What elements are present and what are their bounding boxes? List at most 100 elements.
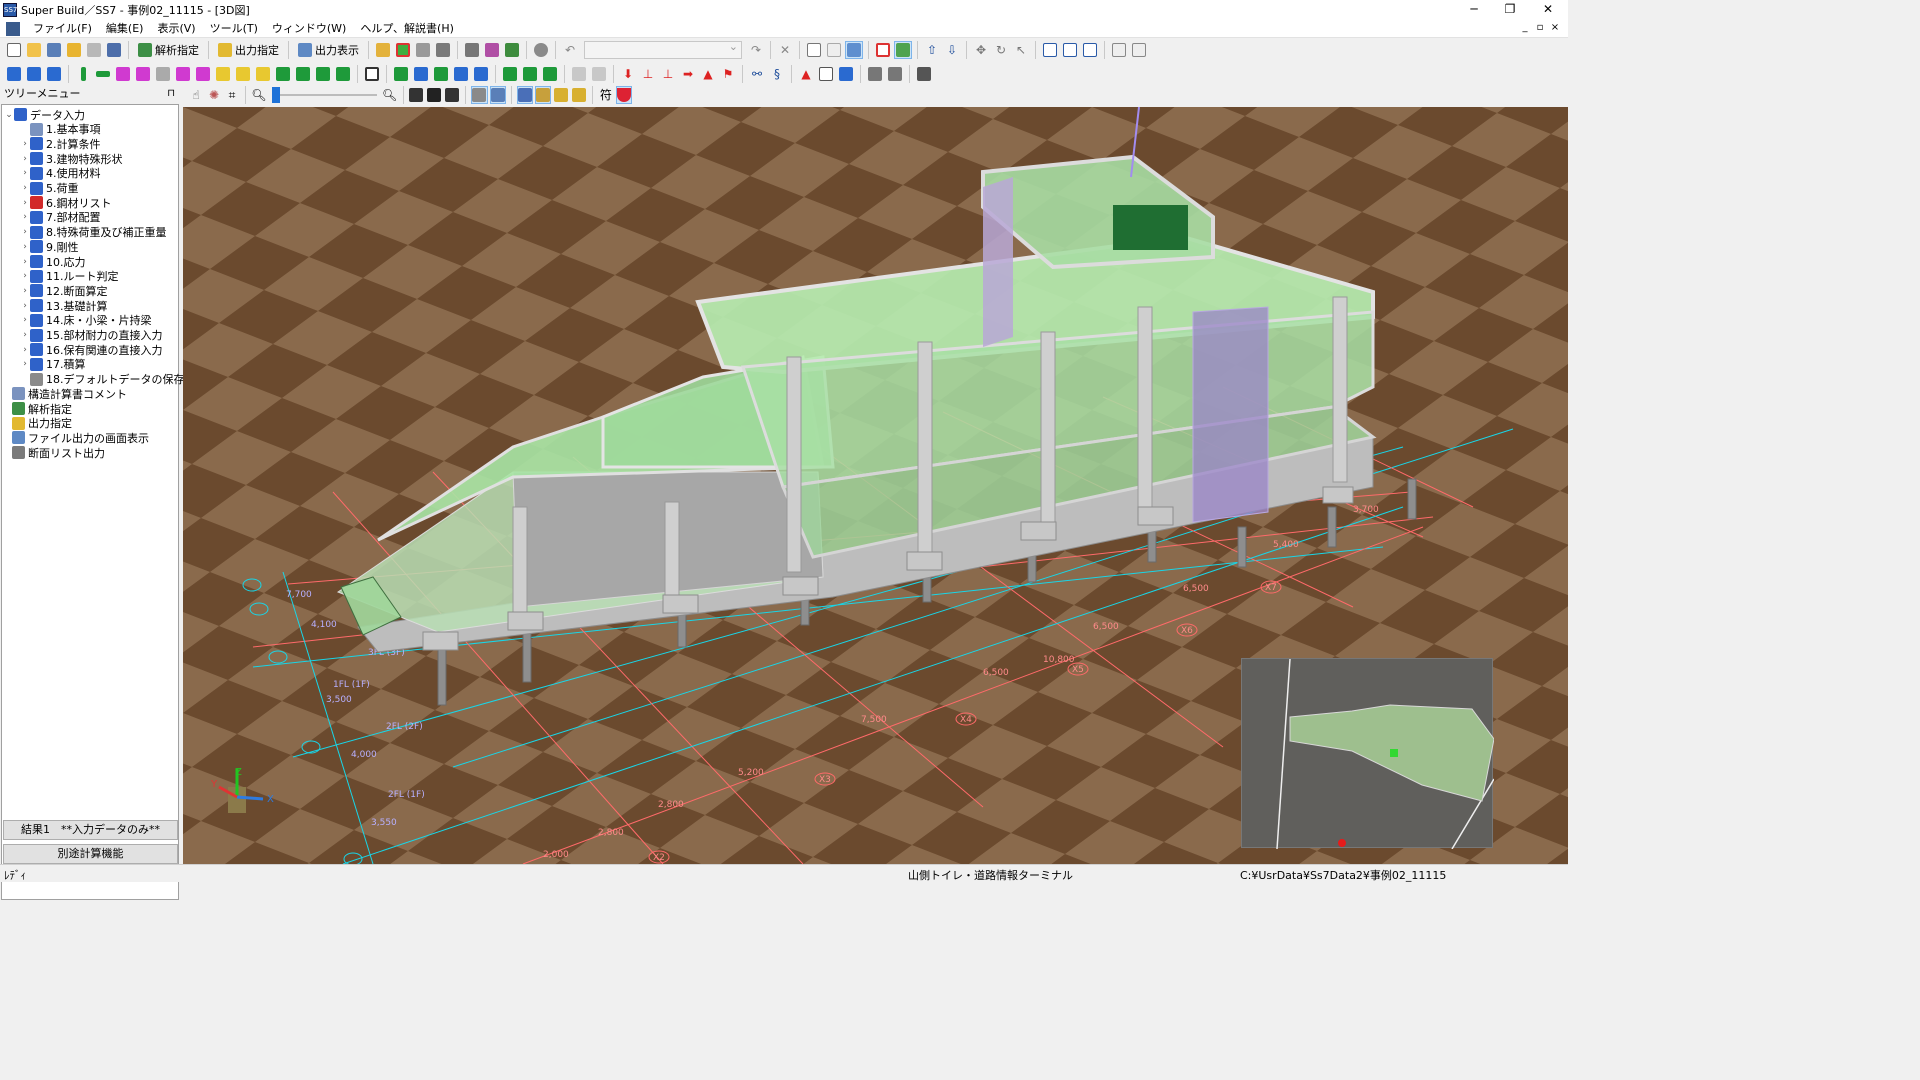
frame-view-icon[interactable] bbox=[825, 41, 843, 59]
tree-node-item[interactable]: › 10.応力 bbox=[20, 254, 86, 269]
expand-icon[interactable]: › bbox=[20, 257, 30, 267]
new-file-icon[interactable] bbox=[5, 41, 23, 59]
support-icon[interactable] bbox=[501, 65, 519, 83]
grid-view-icon[interactable] bbox=[874, 41, 892, 59]
mdi-close-button[interactable]: × bbox=[1548, 22, 1562, 33]
color-icon[interactable] bbox=[394, 41, 412, 59]
menu-view[interactable]: 表示(V) bbox=[150, 20, 202, 38]
expand-icon[interactable]: › bbox=[20, 345, 30, 355]
window-cascade-icon[interactable] bbox=[1041, 41, 1059, 59]
pin-icon[interactable]: ⊓ bbox=[167, 86, 175, 102]
panel-icon[interactable] bbox=[194, 65, 212, 83]
tree-node-item[interactable]: › 17.積算 bbox=[20, 357, 86, 372]
wall-icon[interactable] bbox=[114, 65, 132, 83]
beam-icon[interactable] bbox=[94, 65, 112, 83]
spotlight-icon[interactable] bbox=[553, 86, 569, 104]
pile-icon[interactable] bbox=[314, 65, 332, 83]
tree-node-item[interactable]: › 2.計算条件 bbox=[20, 136, 101, 151]
output-display-button[interactable]: 出力表示 bbox=[295, 40, 362, 60]
zoom-in-icon[interactable]: 🔍︎ bbox=[382, 86, 398, 104]
film-icon[interactable] bbox=[408, 86, 424, 104]
light-icon[interactable] bbox=[516, 86, 533, 104]
pointer-icon[interactable]: ↖ bbox=[1012, 41, 1030, 59]
zoom-out-icon[interactable]: 🔍︎ bbox=[251, 86, 267, 104]
menu-tools[interactable]: ツール(T) bbox=[203, 20, 265, 38]
node-icon[interactable] bbox=[432, 65, 450, 83]
table-icon[interactable] bbox=[363, 65, 381, 83]
grid-axis-icon[interactable] bbox=[5, 65, 23, 83]
calc-icon[interactable] bbox=[866, 65, 884, 83]
minimize-button[interactable]: ─ bbox=[1454, 0, 1494, 20]
expand-icon[interactable]: › bbox=[20, 212, 30, 222]
batch-icon[interactable] bbox=[915, 65, 933, 83]
sub-beam-icon[interactable] bbox=[234, 65, 252, 83]
extra-calculation-button[interactable]: 別途計算機能 bbox=[3, 844, 178, 864]
copy-icon[interactable] bbox=[570, 65, 588, 83]
zoom-slider[interactable] bbox=[271, 86, 377, 104]
print-preview-icon[interactable] bbox=[483, 41, 501, 59]
tree-node-item[interactable]: 1.基本事項 bbox=[20, 122, 101, 137]
download-icon[interactable]: ⇩ bbox=[943, 41, 961, 59]
navigation-minimap[interactable] bbox=[1241, 658, 1495, 850]
3d-viewport[interactable]: X2 X3 X4 X5 X6 X7 2,000 2,800 2,800 5,20… bbox=[183, 107, 1568, 864]
tree-node-data-input[interactable]: ⌄ データ入力 bbox=[4, 107, 85, 122]
shade-icon[interactable] bbox=[489, 86, 506, 104]
expand-icon[interactable]: › bbox=[20, 242, 30, 252]
tree-node-item[interactable]: 18.デフォルトデータの保存 bbox=[20, 372, 185, 387]
select-hand-icon[interactable]: ☝ bbox=[188, 86, 204, 104]
app-icon[interactable]: SS7 bbox=[3, 3, 17, 17]
menu-file[interactable]: ファイル(F) bbox=[26, 20, 99, 38]
folder-icon[interactable] bbox=[65, 41, 83, 59]
pencil-icon[interactable] bbox=[214, 65, 232, 83]
render-icon[interactable] bbox=[444, 86, 460, 104]
triangle-icon[interactable]: ▲ bbox=[797, 65, 815, 83]
tree-node-top-item[interactable]: 出力指定 bbox=[12, 416, 72, 431]
result-selector-button[interactable]: 結果1 **入力データのみ** bbox=[3, 820, 178, 840]
rotate-icon[interactable]: ↻ bbox=[992, 41, 1010, 59]
tree-node-item[interactable]: › 13.基礎計算 bbox=[20, 298, 108, 313]
layer-view-icon[interactable] bbox=[894, 41, 912, 59]
tree-node-top-item[interactable]: 断面リスト出力 bbox=[12, 445, 105, 460]
move-icon[interactable]: ✥ bbox=[972, 41, 990, 59]
expand-icon[interactable]: › bbox=[20, 139, 30, 149]
tree-node-item[interactable]: › 5.荷重 bbox=[20, 181, 79, 196]
maximize-button[interactable]: ❐ bbox=[1490, 0, 1530, 20]
output-settings-button[interactable]: 出力指定 bbox=[215, 40, 282, 60]
expand-icon[interactable]: › bbox=[20, 168, 30, 178]
save-as-icon[interactable] bbox=[105, 41, 123, 59]
save-icon[interactable] bbox=[85, 41, 103, 59]
tree-node-item[interactable]: › 9.剛性 bbox=[20, 239, 79, 254]
eccentric-icon[interactable] bbox=[472, 65, 490, 83]
tree-node-item[interactable]: › 6.鋼材リスト bbox=[20, 195, 112, 210]
stair-icon[interactable] bbox=[274, 65, 292, 83]
mirror-icon[interactable] bbox=[590, 65, 608, 83]
open-project-icon[interactable] bbox=[45, 41, 63, 59]
tree-node-item[interactable]: › 7.部材配置 bbox=[20, 210, 101, 225]
print-icon[interactable] bbox=[463, 41, 481, 59]
spring-icon[interactable] bbox=[541, 65, 559, 83]
zoom-slider-thumb[interactable] bbox=[271, 87, 280, 103]
orbit-icon[interactable]: ✺ bbox=[206, 86, 222, 104]
analysis-settings-button[interactable]: 解析指定 bbox=[135, 40, 202, 60]
menu-edit[interactable]: 編集(E) bbox=[99, 20, 151, 38]
tree-node-item[interactable]: › 4.使用材料 bbox=[20, 166, 101, 181]
expand-icon[interactable]: › bbox=[20, 301, 30, 311]
cantilever-icon[interactable] bbox=[254, 65, 272, 83]
undo-icon[interactable]: ↶ bbox=[561, 41, 579, 59]
tree-node-item[interactable]: › 16.保有関連の直接入力 bbox=[20, 342, 163, 357]
tree-node-item[interactable]: › 12.断面算定 bbox=[20, 283, 108, 298]
expand-icon[interactable]: › bbox=[20, 359, 30, 369]
joint-icon[interactable] bbox=[521, 65, 539, 83]
frame-icon[interactable] bbox=[25, 65, 43, 83]
window-tile-vertical-icon[interactable] bbox=[1081, 41, 1099, 59]
expand-icon[interactable]: › bbox=[20, 286, 30, 296]
flashlight-icon[interactable] bbox=[534, 86, 552, 104]
tree-node-item[interactable]: › 14.床・小梁・片持梁 bbox=[20, 313, 152, 328]
filter-icon[interactable] bbox=[615, 86, 633, 104]
expand-icon[interactable]: › bbox=[20, 227, 30, 237]
history-combo[interactable] bbox=[584, 40, 742, 59]
slab-icon[interactable] bbox=[134, 65, 152, 83]
upload-icon[interactable]: ⇧ bbox=[923, 41, 941, 59]
camera-icon[interactable] bbox=[426, 86, 442, 104]
expand-icon[interactable]: › bbox=[20, 183, 30, 193]
